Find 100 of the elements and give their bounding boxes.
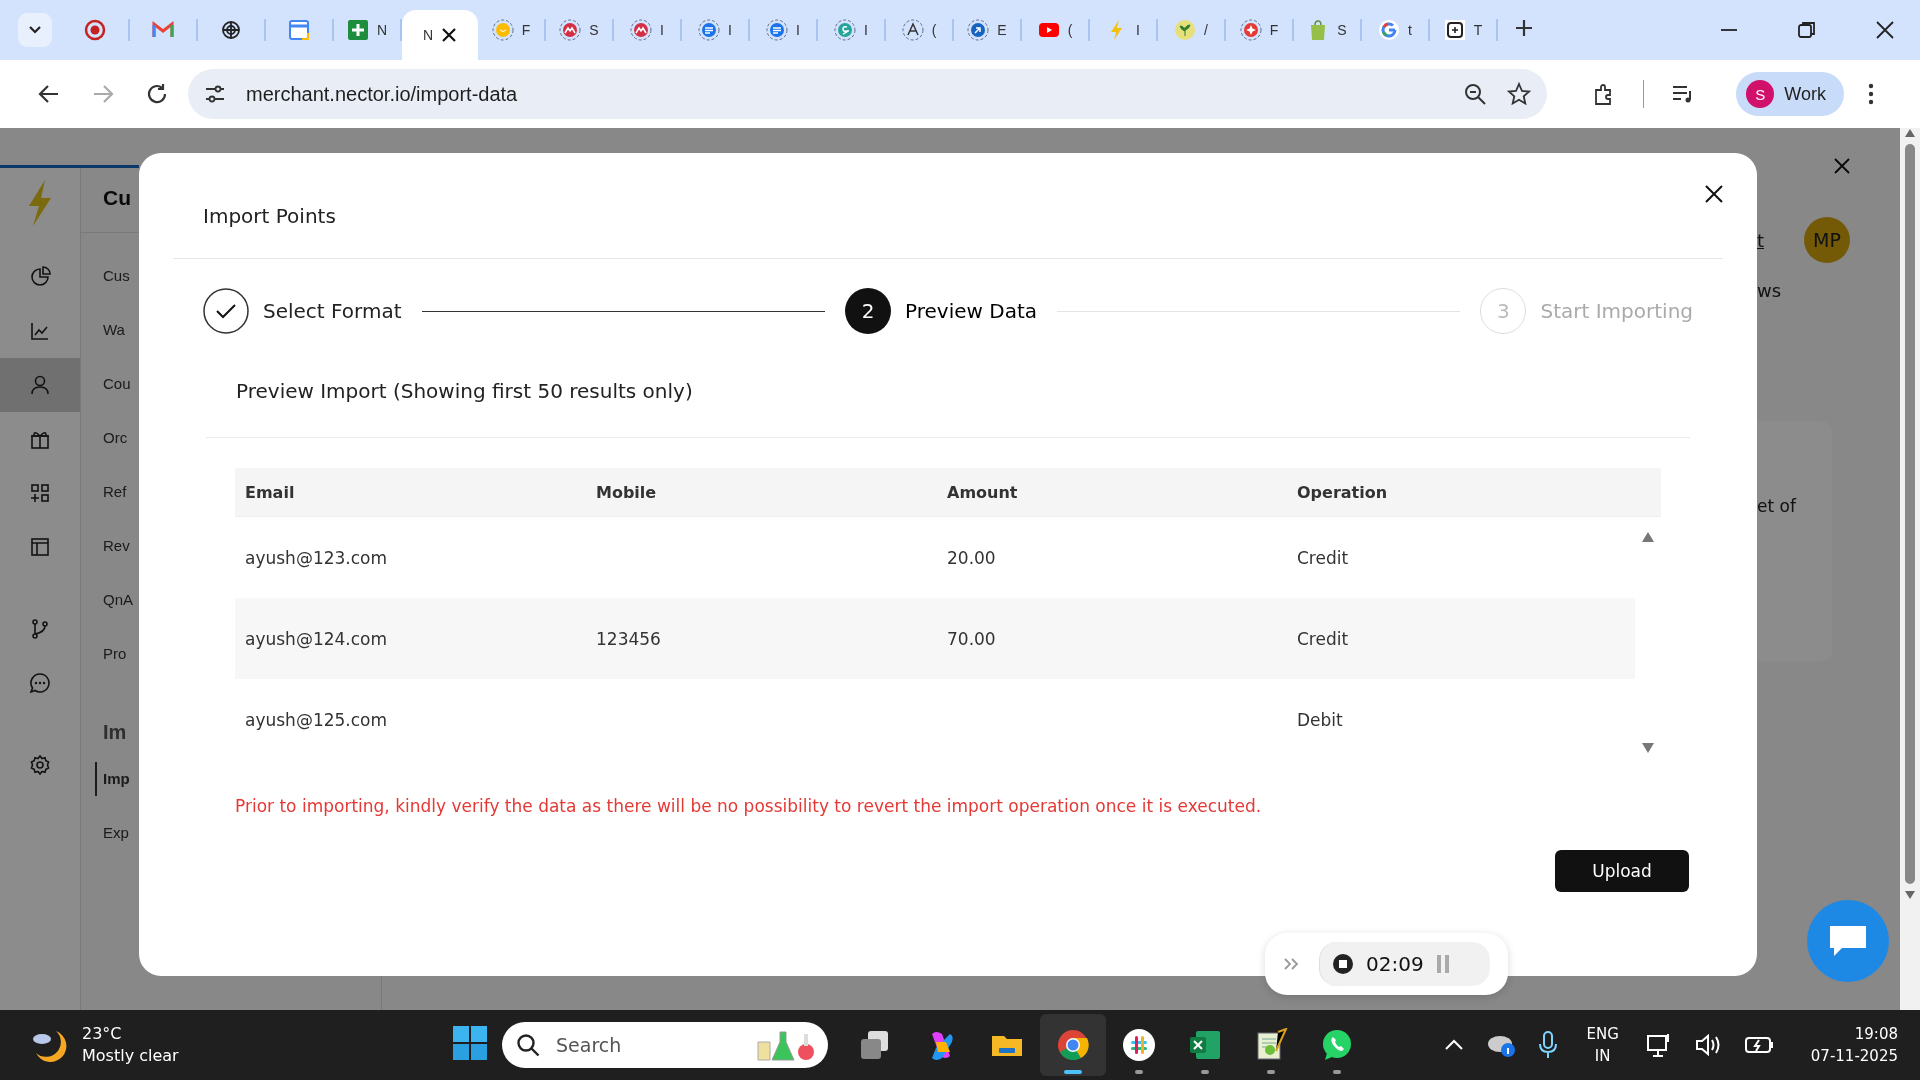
tab-title: I xyxy=(864,22,868,38)
column-header: Amount xyxy=(946,482,1019,502)
tab-title: F xyxy=(1269,22,1279,38)
tab-title: I xyxy=(1136,22,1140,38)
clock[interactable]: 19:08 07-11-2025 xyxy=(1810,1023,1898,1067)
scroll-down-icon[interactable] xyxy=(1904,890,1916,900)
zoom-icon[interactable] xyxy=(1463,82,1488,106)
browser-tab[interactable]: / xyxy=(1158,0,1224,60)
scroll-down-icon[interactable] xyxy=(1641,742,1655,754)
tab-title: ( xyxy=(931,22,937,38)
tab-title: S xyxy=(589,22,599,38)
step-label: Start Importing xyxy=(1540,299,1693,323)
tab-title: S xyxy=(1337,22,1347,38)
tab-search-button[interactable] xyxy=(18,13,52,47)
text: et of xyxy=(1757,496,1796,516)
calendar-icon xyxy=(288,19,310,41)
grid-plus-icon xyxy=(29,482,51,504)
scrollbar-thumb[interactable] xyxy=(1905,144,1915,884)
site-settings-icon[interactable] xyxy=(204,83,226,105)
browser-tab[interactable]: I xyxy=(750,0,816,60)
browser-tab[interactable]: I xyxy=(682,0,748,60)
tab-title: t xyxy=(1408,22,1412,38)
table-cell: 70.00 xyxy=(947,628,996,649)
browser-tab[interactable]: I xyxy=(1090,0,1156,60)
search-icon xyxy=(516,1033,540,1057)
tab-title: N xyxy=(376,22,388,38)
recording-time: 02:09 xyxy=(1366,952,1424,976)
browser-tab[interactable]: t xyxy=(1362,0,1428,60)
browser-tab[interactable]: T xyxy=(1430,0,1496,60)
step-label: Select Format xyxy=(263,299,402,323)
table-cell: Credit xyxy=(1297,547,1349,568)
new-tab-icon[interactable] xyxy=(1514,18,1534,38)
browser-tab[interactable]: F xyxy=(1226,0,1292,60)
link[interactable]: t xyxy=(1757,229,1765,251)
taskbar-app[interactable] xyxy=(1040,1014,1106,1076)
step-label: Preview Data xyxy=(905,299,1037,323)
tab-title: / xyxy=(1204,22,1208,38)
profile-button[interactable]: S Work xyxy=(1736,72,1844,116)
browser-tab[interactable]: S xyxy=(1294,0,1360,60)
browser-tab[interactable]: N xyxy=(334,0,400,60)
microphone-icon[interactable] xyxy=(1538,1031,1559,1059)
browser-tab[interactable]: F xyxy=(478,0,544,60)
stop-icon[interactable] xyxy=(1332,953,1354,975)
back-icon[interactable] xyxy=(38,83,60,105)
chat-bubble-icon xyxy=(1828,924,1868,958)
pie-chart-icon xyxy=(29,266,51,288)
browser-tab[interactable]: E xyxy=(954,0,1020,60)
table-cell: ayush@123.com xyxy=(245,547,388,568)
reload-icon[interactable] xyxy=(146,83,168,105)
tab-title: I xyxy=(660,22,664,38)
windows-start-icon[interactable] xyxy=(452,1025,488,1061)
layout-icon xyxy=(29,536,51,558)
tab-title: ( xyxy=(1067,22,1073,38)
close-icon[interactable] xyxy=(1705,184,1723,203)
browser-tab[interactable]: S xyxy=(546,0,612,60)
table-cell: Credit xyxy=(1297,628,1349,649)
restore-icon[interactable] xyxy=(1798,21,1816,39)
line-chart-icon xyxy=(29,320,51,342)
table-cell: ayush@125.com xyxy=(245,709,388,730)
close-icon[interactable] xyxy=(1876,21,1894,39)
language-indicator[interactable]: ENG IN xyxy=(1586,1023,1619,1067)
upload-button[interactable]: Upload xyxy=(1555,850,1689,892)
swirl-icon xyxy=(834,19,857,41)
branch-icon xyxy=(29,618,51,640)
chat-icon xyxy=(29,672,51,694)
tab-title: I xyxy=(728,22,732,38)
bookmark-star-icon[interactable] xyxy=(1507,82,1532,106)
scroll-up-icon[interactable] xyxy=(1641,531,1655,543)
battery-icon[interactable] xyxy=(1744,1034,1775,1056)
browser-tab[interactable]: I xyxy=(818,0,884,60)
mountain-icon xyxy=(630,19,653,41)
tab-title: E xyxy=(997,22,1007,38)
phone-bubble-icon xyxy=(1320,1028,1354,1062)
search-field[interactable]: Search xyxy=(502,1022,828,1068)
temperature: 23°C xyxy=(82,1023,123,1045)
chevron-up-icon[interactable] xyxy=(1444,1039,1465,1051)
tab-title: F xyxy=(521,22,531,38)
lightning-icon xyxy=(27,180,53,226)
check-icon xyxy=(203,288,249,334)
browser-tab[interactable]: N xyxy=(402,10,478,60)
browser-tab[interactable]: ( xyxy=(886,0,952,60)
user-icon xyxy=(29,374,51,396)
caret-icon xyxy=(28,25,42,35)
spreadsheet-icon xyxy=(1188,1028,1222,1062)
column-header: Mobile xyxy=(595,482,658,502)
record-icon xyxy=(84,19,106,41)
table-cell: ayush@124.com xyxy=(245,628,388,649)
arrows-icon xyxy=(967,19,990,41)
table-cell: 123456 xyxy=(596,628,661,649)
close-icon[interactable] xyxy=(441,27,458,43)
smiley-icon xyxy=(491,19,514,41)
warning-text: Prior to importing, kindly verify the data as there will be no possibility to revert the import operation once it is executed. xyxy=(235,796,1263,816)
multicolor-ring-icon xyxy=(1378,19,1401,41)
table-cell: 20.00 xyxy=(947,547,996,568)
browser-tab[interactable]: ( xyxy=(1022,0,1088,60)
dialog-title: Import Points xyxy=(203,203,336,228)
more-menu-icon[interactable] xyxy=(1868,83,1874,105)
browser-tab[interactable]: I xyxy=(614,0,680,60)
double-chevron-icon[interactable] xyxy=(1283,957,1299,971)
table-cell: Debit xyxy=(1297,709,1343,730)
